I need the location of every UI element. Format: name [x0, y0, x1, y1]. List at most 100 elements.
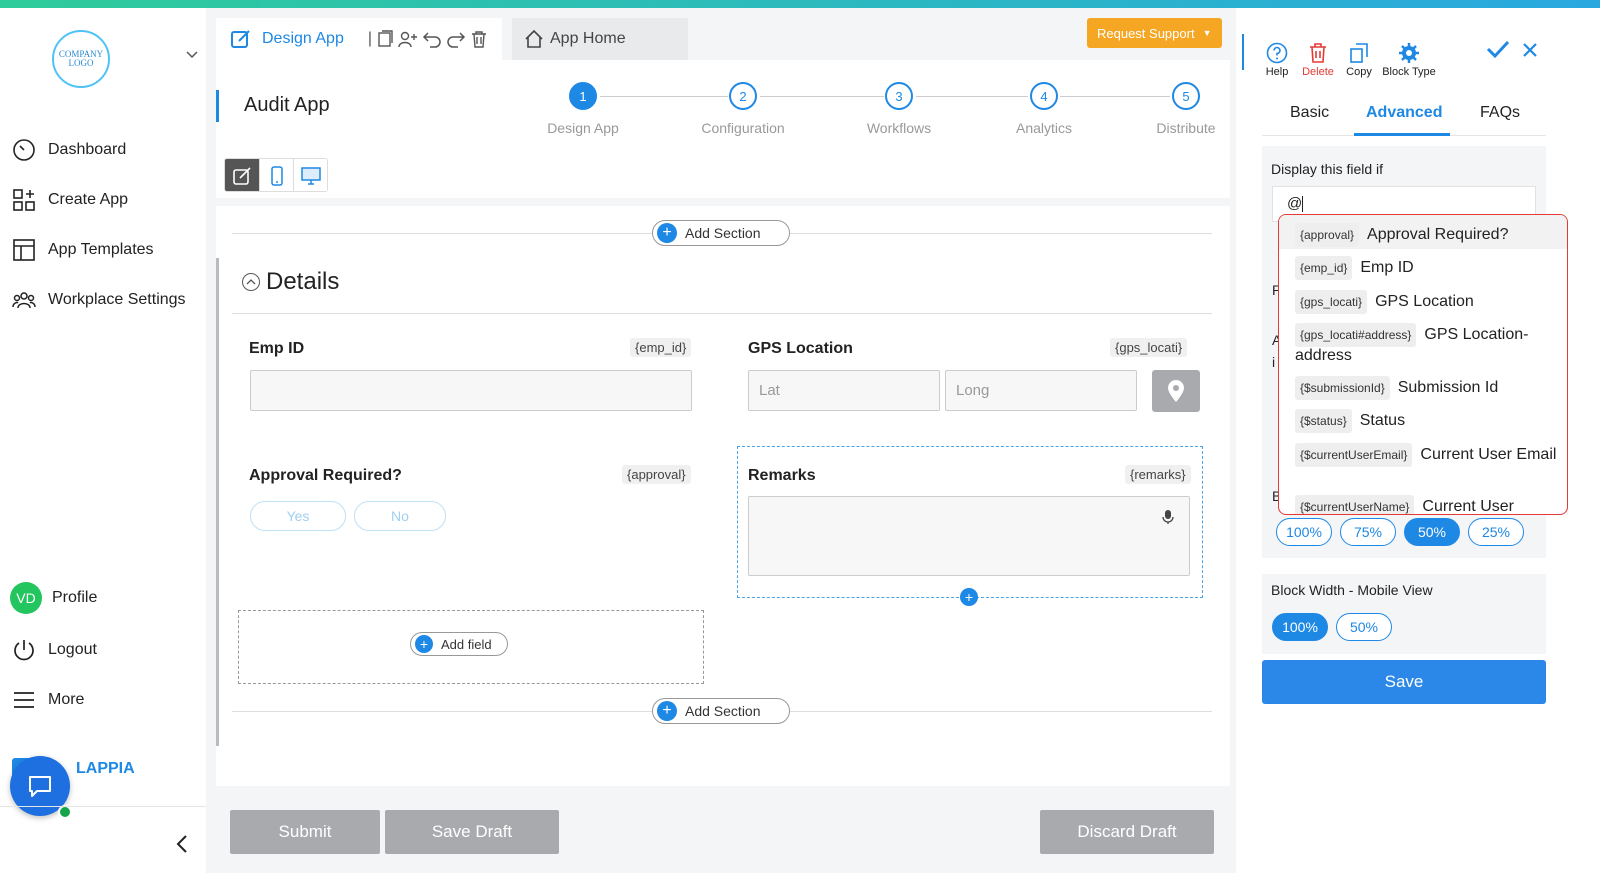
step-analytics[interactable]: 4 Analytics: [994, 82, 1094, 136]
block-type-button[interactable]: Block Type: [1378, 40, 1440, 78]
mobile-width-100-button[interactable]: 100%: [1272, 613, 1328, 641]
chevron-down-icon[interactable]: [186, 48, 198, 62]
option-gps-address[interactable]: {gps_locati#address} GPS Location-address: [1295, 323, 1557, 365]
menu-icon: [12, 688, 36, 712]
gps-location-key: {gps_locati}: [1110, 338, 1188, 357]
microphone-icon[interactable]: [1162, 509, 1174, 530]
redo-icon[interactable]: [446, 30, 466, 48]
tab-design-label: Design App: [262, 30, 344, 47]
tab-advanced[interactable]: Advanced: [1366, 104, 1442, 122]
text-cursor: [1302, 196, 1304, 213]
width-75-button[interactable]: 75%: [1340, 518, 1396, 546]
width-25-button[interactable]: 25%: [1468, 518, 1524, 546]
option-text: Approval Required?: [1367, 226, 1509, 244]
add-user-icon[interactable]: [398, 30, 418, 48]
sidebar-item-app-templates[interactable]: App Templates: [12, 236, 154, 264]
option-tag: {$status}: [1295, 409, 1352, 433]
submit-button[interactable]: Submit: [230, 810, 380, 854]
company-logo[interactable]: COMPANY LOGO: [52, 30, 110, 88]
remarks-textarea[interactable]: [748, 496, 1190, 576]
yes-label: Yes: [286, 508, 310, 524]
approval-key: {approval}: [622, 465, 691, 484]
copy-button[interactable]: Copy: [1342, 40, 1376, 78]
copy-icon[interactable]: [376, 30, 394, 48]
latitude-input[interactable]: Lat: [748, 370, 940, 411]
add-block-button[interactable]: +: [960, 588, 978, 606]
option-approval[interactable]: {approval} Approval Required?: [1295, 223, 1557, 247]
get-location-button[interactable]: [1152, 370, 1200, 412]
option-text: Current User Email: [1420, 446, 1557, 464]
width-50-button[interactable]: 50%: [1404, 518, 1460, 546]
option-tag: {approval}: [1295, 223, 1360, 247]
step-design-app[interactable]: 1 Design App: [533, 82, 633, 136]
discard-draft-button[interactable]: Discard Draft: [1040, 810, 1214, 854]
step-distribute[interactable]: 5 Distribute: [1136, 82, 1236, 136]
tab-basic[interactable]: Basic: [1290, 104, 1329, 122]
sidebar-item-label: App Templates: [48, 241, 154, 258]
approval-no-button[interactable]: No: [354, 501, 446, 531]
plus-icon: +: [657, 223, 677, 243]
option-submission-id[interactable]: {$submissionId} Submission Id: [1295, 376, 1557, 400]
option-current-user-name[interactable]: {$currentUserName} Current User: [1295, 495, 1557, 515]
desktop-view-button[interactable]: [293, 159, 327, 191]
option-text: Current User: [1422, 498, 1514, 515]
sidebar-item-logout[interactable]: Logout: [12, 636, 97, 664]
option-text: Emp ID: [1360, 259, 1414, 277]
tab-design-app[interactable]: Design App |: [216, 18, 502, 60]
option-current-user-email[interactable]: {$currentUserEmail} Current User Email: [1295, 443, 1557, 467]
trash-icon[interactable]: [470, 30, 488, 48]
add-field-button[interactable]: + Add field: [410, 632, 508, 656]
separator: |: [367, 30, 372, 47]
option-gps-location[interactable]: {gps_locati} GPS Location: [1295, 290, 1557, 314]
collapse-sidebar-icon[interactable]: [176, 834, 188, 860]
sidebar-item-workplace-settings[interactable]: Workplace Settings: [12, 286, 186, 314]
sidebar-item-label: Dashboard: [48, 141, 127, 158]
add-section-button-top[interactable]: + Add Section: [652, 220, 790, 246]
request-support-button[interactable]: Request Support ▼: [1087, 18, 1222, 48]
remarks-key: {remarks}: [1125, 465, 1191, 484]
save-draft-button[interactable]: Save Draft: [385, 810, 559, 854]
section-header[interactable]: Details: [242, 268, 339, 296]
edit-view-button[interactable]: [225, 159, 259, 191]
close-icon[interactable]: [1522, 38, 1538, 64]
save-label: Save: [1384, 672, 1424, 691]
sidebar-item-dashboard[interactable]: Dashboard: [12, 136, 126, 164]
undo-icon[interactable]: [422, 30, 442, 48]
plus-icon: +: [415, 635, 433, 653]
option-status[interactable]: {$status} Status: [1295, 409, 1557, 433]
top-accent-bar: [0, 0, 1600, 8]
option-text: GPS Location: [1375, 293, 1474, 311]
step-number: 4: [1030, 82, 1058, 110]
check-icon[interactable]: [1486, 38, 1510, 66]
step-number: 2: [729, 82, 757, 110]
option-emp-id[interactable]: {emp_id} Emp ID: [1295, 256, 1557, 280]
edit-icon: [231, 30, 250, 48]
step-configuration[interactable]: 2 Configuration: [693, 82, 793, 136]
width-100-button[interactable]: 100%: [1276, 518, 1332, 546]
title-accent: [216, 90, 219, 122]
emp-id-input[interactable]: [250, 370, 692, 411]
power-icon: [12, 638, 36, 662]
dashboard-icon: [12, 138, 36, 162]
section-border: [216, 258, 219, 746]
sidebar-item-profile[interactable]: VD Profile: [10, 580, 97, 616]
create-app-icon: [12, 188, 36, 212]
approval-yes-button[interactable]: Yes: [250, 501, 346, 531]
longitude-input[interactable]: Long: [945, 370, 1137, 411]
tab-faqs[interactable]: FAQs: [1480, 104, 1520, 122]
help-icon: [1266, 42, 1288, 64]
delete-button[interactable]: Delete: [1298, 40, 1338, 78]
logo-text-2: LOGO: [68, 58, 94, 68]
page-title: Audit App: [244, 94, 330, 116]
sidebar-item-more[interactable]: More: [12, 686, 84, 714]
chevron-up-icon[interactable]: [242, 273, 260, 291]
help-button[interactable]: Help: [1260, 40, 1294, 78]
mobile-view-button[interactable]: [259, 159, 293, 191]
step-workflows[interactable]: 3 Workflows: [849, 82, 949, 136]
save-button[interactable]: Save: [1262, 660, 1546, 704]
tab-app-home[interactable]: App Home: [512, 18, 688, 60]
sidebar-item-create-app[interactable]: Create App: [12, 186, 128, 214]
add-section-button-bottom[interactable]: + Add Section: [652, 698, 790, 724]
obscured-label: i: [1272, 354, 1276, 370]
mobile-width-50-button[interactable]: 50%: [1336, 613, 1392, 641]
